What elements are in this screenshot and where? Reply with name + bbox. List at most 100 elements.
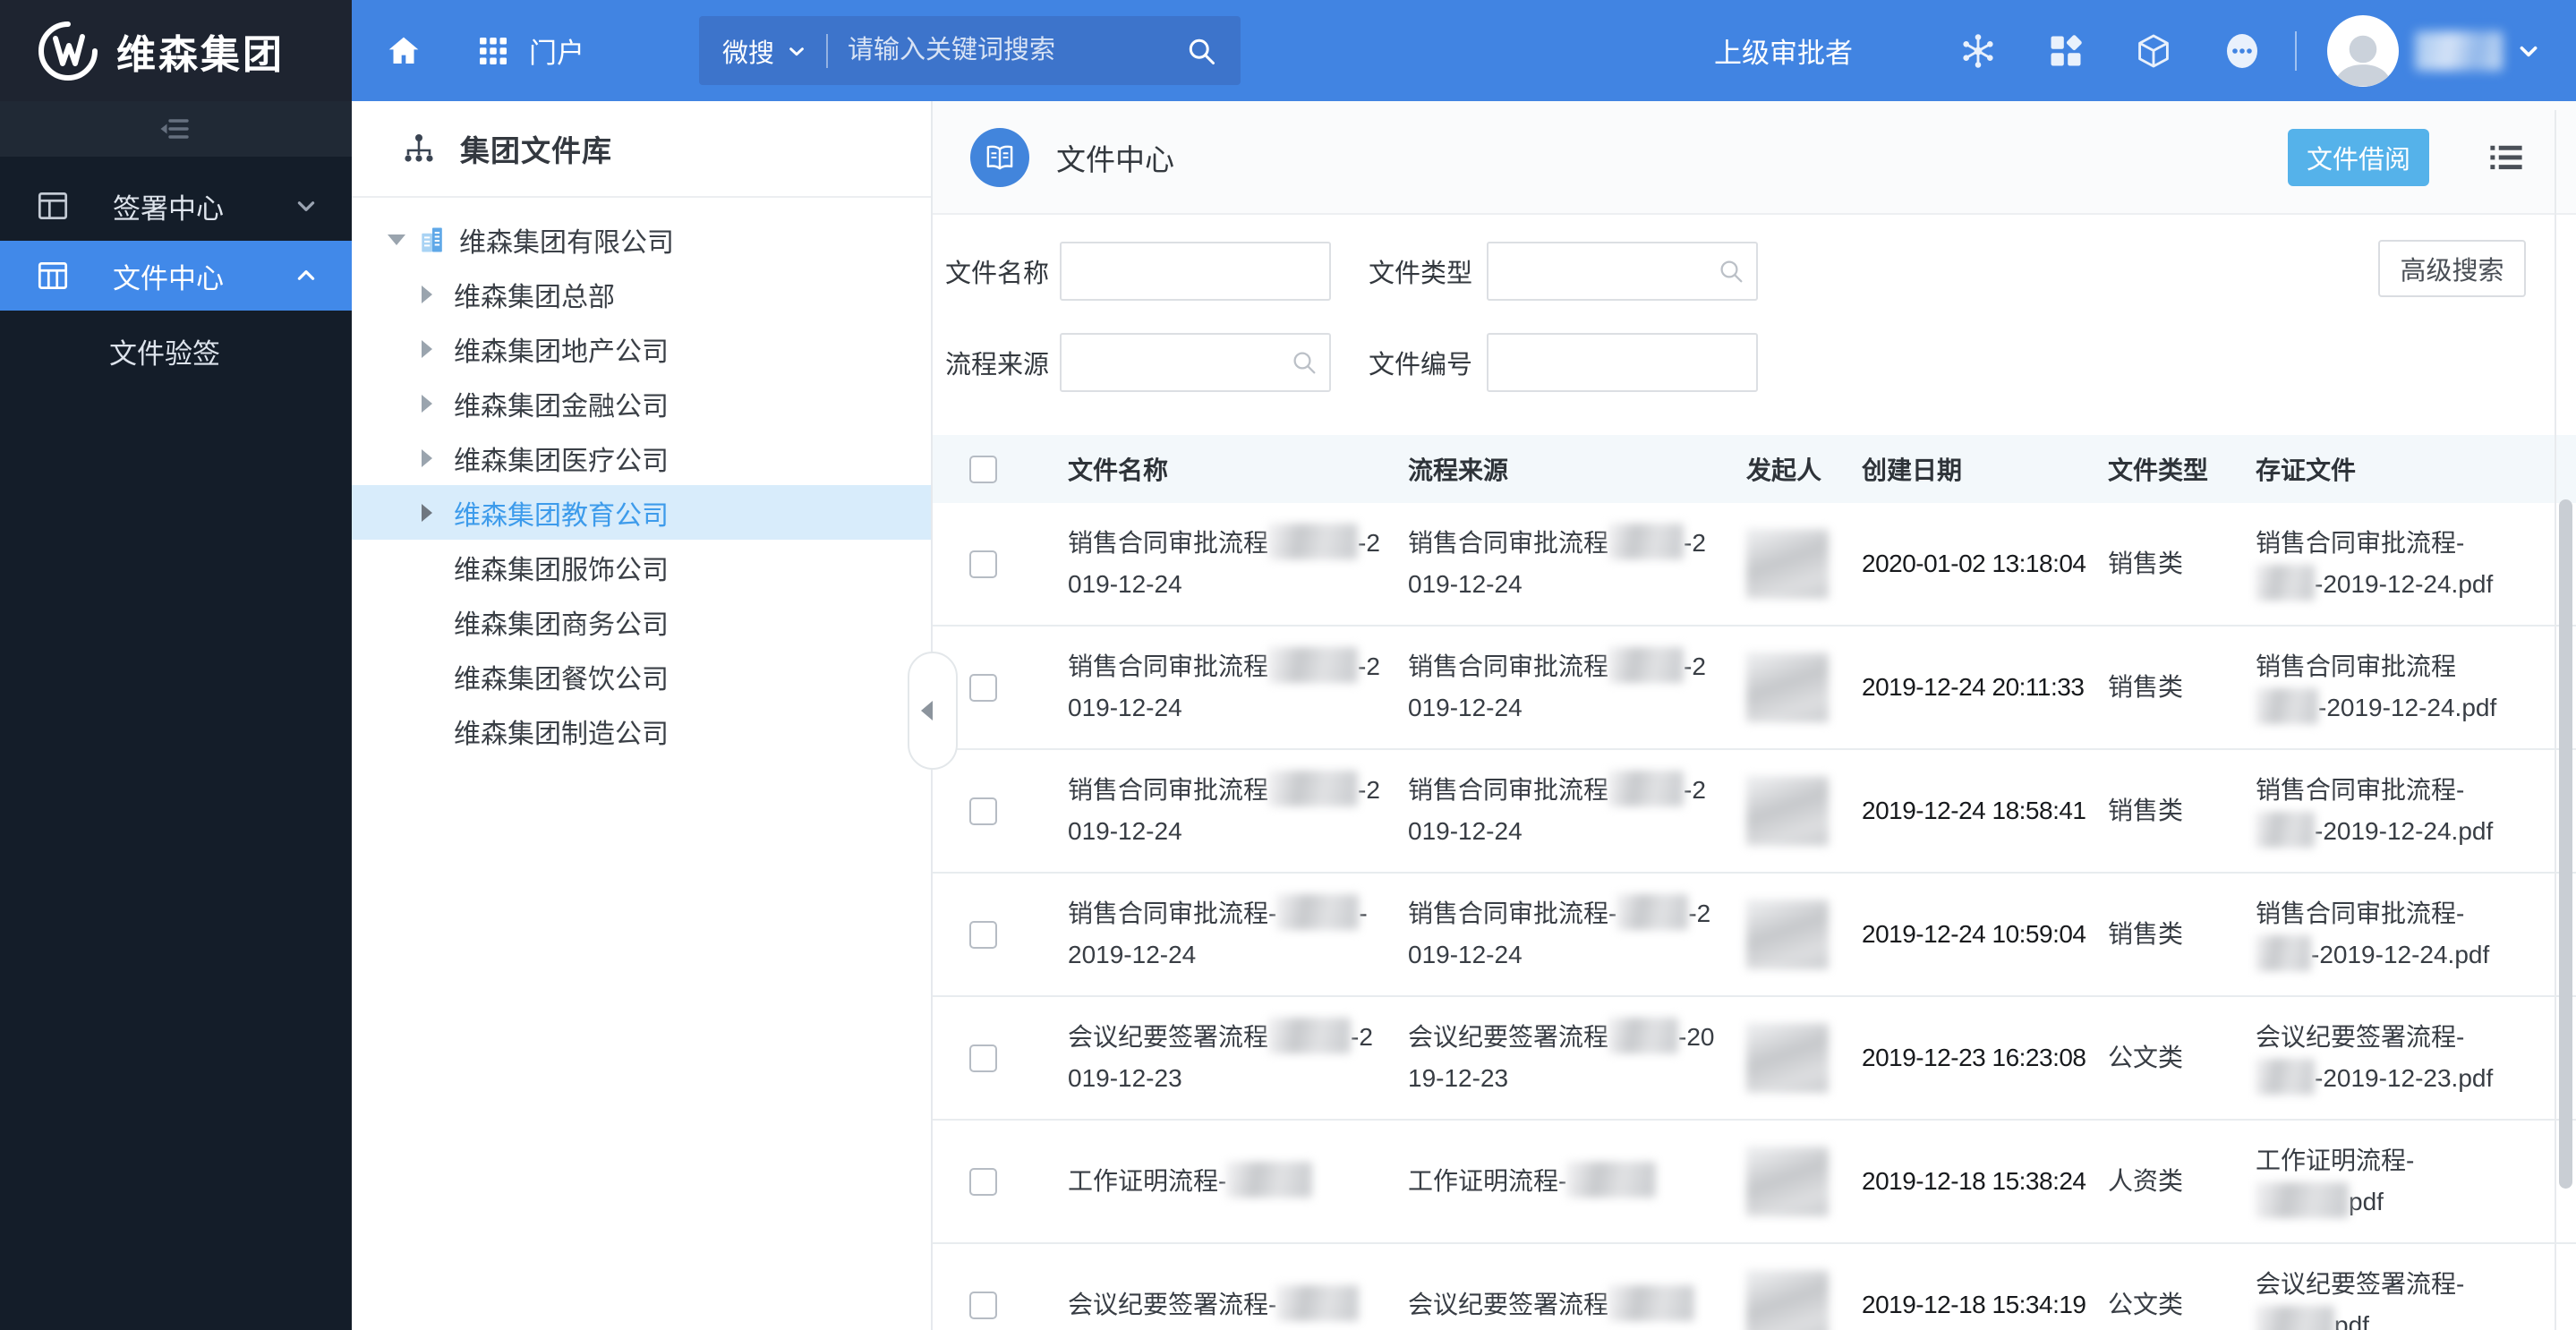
file-number-input[interactable] [1487,333,1758,392]
redacted-text [2256,935,2311,971]
cell-flow-source: 会议纪要签署流程 [1408,1284,1746,1326]
more-ellipsis-icon[interactable] [2222,31,2263,71]
flow-source-input[interactable] [1060,333,1331,392]
tree-item[interactable]: 维森集团制造公司 [352,703,931,758]
redacted-text [2256,1306,2334,1330]
cell-evidence-file: 销售合同审批流程--2019-12-24.pdf [2256,523,2576,605]
dashboard-blocks-icon[interactable] [2046,31,2086,71]
row-checkbox[interactable] [969,673,997,702]
row-checkbox[interactable] [969,1044,997,1072]
caret-right-icon[interactable] [422,448,432,467]
caret-right-icon[interactable] [422,394,432,413]
cell-created-date: 2019-12-24 20:11:33 [1862,673,2085,701]
redacted-text [1608,1018,1679,1053]
list-view-icon[interactable] [2486,138,2526,177]
chevron-down-icon[interactable] [787,41,806,61]
cell-file-name: 会议纪要签署流程 -2019-12-23 [1068,1017,1408,1099]
scrollbar-thumb[interactable] [2559,499,2572,1189]
row-checkbox[interactable] [969,920,997,949]
column-header-flow-source: 流程来源 [1408,456,1509,484]
cell-initiator-redacted [1746,1023,1829,1093]
table-row[interactable]: 销售合同审批流程 -2019-12-24 销售合同审批流程 -2019-12-24 20… [933,750,2576,874]
cell-created-date: 2020-01-02 13:18:04 [1862,550,2086,577]
search-scope-label[interactable]: 微搜 [722,32,774,70]
portal-nav[interactable]: 门户 [529,30,584,71]
brand-name: 维森集团 [116,32,285,77]
redacted-text [2256,688,2318,724]
layout-icon [34,187,72,225]
redacted-text [2256,565,2315,601]
table-row[interactable]: 销售合同审批流程 -2019-12-24 销售合同审批流程 -2019-12-24 20… [933,627,2576,750]
tree-item[interactable]: 维森集团金融公司 [352,376,931,431]
tree-item[interactable]: 维森集团服饰公司 [352,540,931,594]
caret-right-icon[interactable] [422,503,432,522]
files-table: 文件名称 流程来源 发起人 创建日期 文件类型 存证文件 销售合同审批流程 -20… [933,435,2576,1330]
caret-right-icon[interactable] [422,285,432,303]
user-menu-chevron-icon[interactable] [2517,39,2540,63]
select-all-checkbox[interactable] [969,455,997,483]
row-checkbox[interactable] [969,1167,997,1196]
sidebar-item-file-verify[interactable]: 文件验签 [0,311,352,391]
table-row[interactable]: 工作证明流程- 工作证明流程- 2019-12-18 15:38:24 人资类 工作证明… [933,1121,2576,1244]
column-header-file-name: 文件名称 [1068,456,1169,484]
apps-grid-icon[interactable] [477,35,509,67]
tree-item-label: 维森集团服饰公司 [454,555,669,585]
cell-flow-source: 销售合同审批流程 -2019-12-24 [1408,523,1746,605]
cell-flow-source: 销售合同审批流程- -2019-12-24 [1408,893,1746,976]
tree-item[interactable]: 维森集团商务公司 [352,594,931,649]
column-header-created: 创建日期 [1862,456,1963,484]
file-name-input[interactable] [1060,242,1331,301]
cell-created-date: 2019-12-18 15:34:19 [1862,1291,2086,1318]
cell-file-name: 销售合同审批流程- -2019-12-24 [1068,893,1408,976]
global-search[interactable]: 微搜 [699,16,1241,85]
redacted-text [2256,1059,2315,1095]
topbar-divider [2295,30,2297,71]
search-input[interactable] [848,36,1186,65]
row-checkbox[interactable] [969,550,997,578]
cell-created-date: 2019-12-24 10:59:04 [1862,920,2086,948]
tree-item-label: 维森集团餐饮公司 [454,664,669,695]
filter-input-file-number[interactable] [1487,333,1758,392]
cell-file-type: 人资类 [2108,1167,2184,1195]
caret-down-icon[interactable] [388,234,405,245]
username-redacted[interactable] [2415,30,2503,71]
panel-collapse-handle[interactable] [908,652,958,770]
cell-evidence-file: 销售合同审批流程--2019-12-24.pdf [2256,893,2576,976]
search-icon[interactable] [1185,35,1217,67]
table-row[interactable]: 销售合同审批流程 -2019-12-24 销售合同审批流程 -2019-12-24 20… [933,503,2576,627]
columns-icon [34,257,72,294]
column-header-evidence-file: 存证文件 [2256,456,2357,484]
redacted-text [2256,812,2315,848]
redacted-text [1608,647,1685,683]
row-checkbox[interactable] [969,797,997,825]
avatar[interactable] [2327,14,2399,87]
advanced-search-button[interactable]: 高级搜索 [2378,240,2526,297]
tree-item[interactable]: 维森集团餐饮公司 [352,649,931,703]
snowflake-icon[interactable] [1958,31,1998,71]
tree-item[interactable]: 维森集团教育公司 [352,485,931,540]
caret-right-icon[interactable] [422,339,432,358]
redacted-text [1608,524,1685,559]
tree-item[interactable]: 维森集团医疗公司 [352,431,931,485]
table-row[interactable]: 会议纪要签署流程 -2019-12-23 会议纪要签署流程 -2019-12-23 20… [933,997,2576,1121]
tree-item[interactable]: 维森集团总部 [352,267,931,321]
table-row[interactable]: 会议纪要签署流程- 会议纪要签署流程 2019-12-18 15:34:19 公文类 会… [933,1244,2576,1330]
file-borrow-button[interactable]: 文件借阅 [2288,128,2429,186]
home-icon[interactable] [386,33,422,69]
tree-root-item[interactable]: 维森集团有限公司 [352,212,931,267]
sidebar-item-sign-center[interactable]: 签署中心 [0,171,352,241]
page-header: 文件中心 文件借阅 [933,101,2576,215]
cell-file-type: 销售类 [2108,920,2184,948]
main-panel: 文件中心 文件借阅 文件名称 文件类型 流程来源 文件编号 高级搜索 文件名称 … [908,101,2576,1330]
file-type-input[interactable] [1487,242,1758,301]
tree-item[interactable]: 维森集团地产公司 [352,321,931,376]
sidebar-collapse-button[interactable] [0,101,352,157]
filter-input-flow-source[interactable] [1060,333,1331,392]
cube-icon[interactable] [2134,31,2173,71]
filter-input-file-type[interactable] [1487,242,1758,301]
row-checkbox[interactable] [969,1291,997,1319]
sidebar-item-file-center[interactable]: 文件中心 [0,241,352,311]
filter-input-file-name[interactable] [1060,242,1331,301]
table-row[interactable]: 销售合同审批流程- -2019-12-24 销售合同审批流程- -2019-12-24… [933,874,2576,997]
redacted-text [1566,1162,1657,1198]
